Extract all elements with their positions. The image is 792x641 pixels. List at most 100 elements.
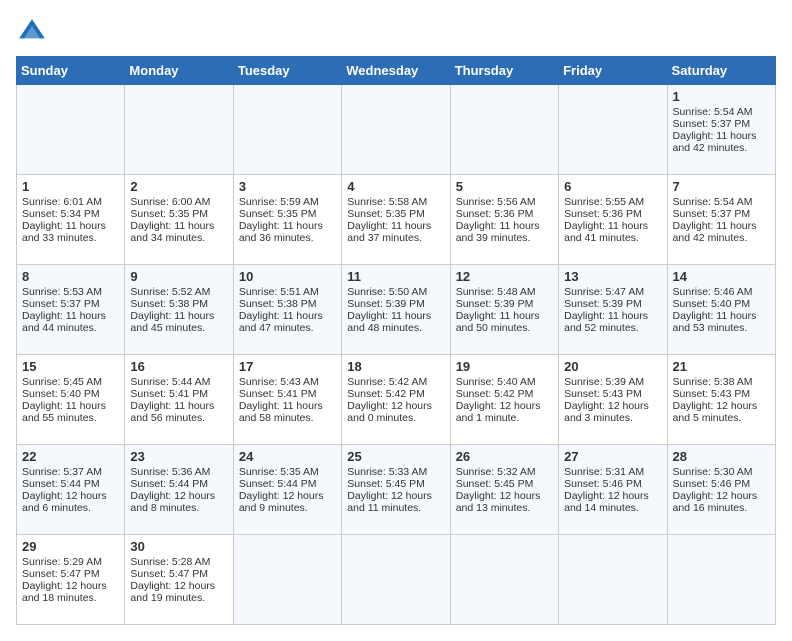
daylight-text: Daylight: 12 hours and 19 minutes. <box>130 580 227 604</box>
day-number: 22 <box>22 449 119 464</box>
day-number: 16 <box>130 359 227 374</box>
daylight-text: Daylight: 11 hours and 56 minutes. <box>130 400 227 424</box>
calendar-cell <box>342 535 450 625</box>
calendar-cell <box>342 85 450 175</box>
day-header-thursday: Thursday <box>450 57 558 85</box>
sunrise-text: Sunrise: 5:47 AM <box>564 286 661 298</box>
daylight-text: Daylight: 11 hours and 58 minutes. <box>239 400 336 424</box>
daylight-text: Daylight: 11 hours and 44 minutes. <box>22 310 119 334</box>
sunrise-text: Sunrise: 5:30 AM <box>673 466 770 478</box>
daylight-text: Daylight: 12 hours and 5 minutes. <box>673 400 770 424</box>
day-header-sunday: Sunday <box>17 57 125 85</box>
sunrise-text: Sunrise: 5:54 AM <box>673 196 770 208</box>
sunset-text: Sunset: 5:44 PM <box>22 478 119 490</box>
sunset-text: Sunset: 5:39 PM <box>564 298 661 310</box>
week-row-1: 1Sunrise: 5:54 AMSunset: 5:37 PMDaylight… <box>17 85 776 175</box>
sunrise-text: Sunrise: 5:51 AM <box>239 286 336 298</box>
sunrise-text: Sunrise: 5:55 AM <box>564 196 661 208</box>
sunset-text: Sunset: 5:38 PM <box>130 298 227 310</box>
daylight-text: Daylight: 11 hours and 53 minutes. <box>673 310 770 334</box>
sunset-text: Sunset: 5:41 PM <box>130 388 227 400</box>
sunrise-text: Sunrise: 5:28 AM <box>130 556 227 568</box>
sunrise-text: Sunrise: 6:01 AM <box>22 196 119 208</box>
sunset-text: Sunset: 5:40 PM <box>673 298 770 310</box>
sunrise-text: Sunrise: 5:50 AM <box>347 286 444 298</box>
sunset-text: Sunset: 5:37 PM <box>673 118 770 130</box>
day-number: 27 <box>564 449 661 464</box>
calendar-cell: 6Sunrise: 5:55 AMSunset: 5:36 PMDaylight… <box>559 175 667 265</box>
day-number: 8 <box>22 269 119 284</box>
logo-icon <box>16 16 48 48</box>
sunset-text: Sunset: 5:43 PM <box>673 388 770 400</box>
sunrise-text: Sunrise: 5:46 AM <box>673 286 770 298</box>
week-row-6: 29Sunrise: 5:29 AMSunset: 5:47 PMDayligh… <box>17 535 776 625</box>
calendar-cell <box>233 85 341 175</box>
sunset-text: Sunset: 5:41 PM <box>239 388 336 400</box>
sunrise-text: Sunrise: 5:32 AM <box>456 466 553 478</box>
day-number: 17 <box>239 359 336 374</box>
day-number: 14 <box>673 269 770 284</box>
sunrise-text: Sunrise: 5:33 AM <box>347 466 444 478</box>
daylight-text: Daylight: 12 hours and 16 minutes. <box>673 490 770 514</box>
sunrise-text: Sunrise: 5:38 AM <box>673 376 770 388</box>
calendar-cell: 13Sunrise: 5:47 AMSunset: 5:39 PMDayligh… <box>559 265 667 355</box>
sunset-text: Sunset: 5:45 PM <box>456 478 553 490</box>
sunset-text: Sunset: 5:35 PM <box>347 208 444 220</box>
day-number: 12 <box>456 269 553 284</box>
daylight-text: Daylight: 11 hours and 41 minutes. <box>564 220 661 244</box>
calendar-cell: 16 Sunrise: 5:44 AMSunset: 5:41 PMDayligh… <box>125 355 233 445</box>
day-number: 1 <box>673 89 770 104</box>
sunset-text: Sunset: 5:40 PM <box>22 388 119 400</box>
calendar-cell <box>559 535 667 625</box>
day-number: 23 <box>130 449 227 464</box>
calendar-cell: 11Sunrise: 5:50 AMSunset: 5:39 PMDayligh… <box>342 265 450 355</box>
calendar-cell <box>450 85 558 175</box>
sunset-text: Sunset: 5:47 PM <box>22 568 119 580</box>
day-number: 25 <box>347 449 444 464</box>
daylight-text: Daylight: 12 hours and 13 minutes. <box>456 490 553 514</box>
calendar-cell <box>450 535 558 625</box>
sunrise-text: Sunrise: 5:48 AM <box>456 286 553 298</box>
sunrise-text: Sunrise: 5:44 AM <box>130 376 227 388</box>
sunrise-text: Sunrise: 5:31 AM <box>564 466 661 478</box>
sunset-text: Sunset: 5:36 PM <box>564 208 661 220</box>
sunset-text: Sunset: 5:44 PM <box>130 478 227 490</box>
sunset-text: Sunset: 5:34 PM <box>22 208 119 220</box>
calendar-cell: 4Sunrise: 5:58 AMSunset: 5:35 PMDaylight… <box>342 175 450 265</box>
calendar-cell: 19Sunrise: 5:40 AMSunset: 5:42 PMDayligh… <box>450 355 558 445</box>
calendar-cell: 15Sunrise: 5:45 AMSunset: 5:40 PMDayligh… <box>17 355 125 445</box>
day-number: 10 <box>239 269 336 284</box>
sunset-text: Sunset: 5:35 PM <box>130 208 227 220</box>
sunrise-text: Sunrise: 5:52 AM <box>130 286 227 298</box>
daylight-text: Daylight: 11 hours and 55 minutes. <box>22 400 119 424</box>
daylight-text: Daylight: 11 hours and 48 minutes. <box>347 310 444 334</box>
daylight-text: Daylight: 11 hours and 36 minutes. <box>239 220 336 244</box>
sunset-text: Sunset: 5:42 PM <box>347 388 444 400</box>
sunset-text: Sunset: 5:38 PM <box>239 298 336 310</box>
sunrise-text: Sunrise: 5:59 AM <box>239 196 336 208</box>
sunset-text: Sunset: 5:47 PM <box>130 568 227 580</box>
calendar-cell: 2Sunrise: 6:00 AMSunset: 5:35 PMDaylight… <box>125 175 233 265</box>
daylight-text: Daylight: 12 hours and 1 minute. <box>456 400 553 424</box>
day-number: 21 <box>673 359 770 374</box>
calendar-cell: 1Sunrise: 6:01 AMSunset: 5:34 PMDaylight… <box>17 175 125 265</box>
sunrise-text: Sunrise: 5:40 AM <box>456 376 553 388</box>
daylight-text: Daylight: 12 hours and 3 minutes. <box>564 400 661 424</box>
day-number: 5 <box>456 179 553 194</box>
calendar-cell: 5Sunrise: 5:56 AMSunset: 5:36 PMDaylight… <box>450 175 558 265</box>
sunrise-text: Sunrise: 5:56 AM <box>456 196 553 208</box>
calendar-cell: 27Sunrise: 5:31 AMSunset: 5:46 PMDayligh… <box>559 445 667 535</box>
sunset-text: Sunset: 5:46 PM <box>564 478 661 490</box>
calendar-cell: 30Sunrise: 5:28 AMSunset: 5:47 PMDayligh… <box>125 535 233 625</box>
logo <box>16 16 52 48</box>
day-header-tuesday: Tuesday <box>233 57 341 85</box>
calendar-cell: 18Sunrise: 5:42 AMSunset: 5:42 PMDayligh… <box>342 355 450 445</box>
sunrise-text: Sunrise: 5:58 AM <box>347 196 444 208</box>
calendar-cell: 14 Sunrise: 5:46 AMSunset: 5:40 PMDayligh… <box>667 265 775 355</box>
calendar-cell <box>125 85 233 175</box>
day-number: 9 <box>130 269 227 284</box>
sunrise-text: Sunrise: 5:45 AM <box>22 376 119 388</box>
day-number: 11 <box>347 269 444 284</box>
sunrise-text: Sunrise: 6:00 AM <box>130 196 227 208</box>
header-row: SundayMondayTuesdayWednesdayThursdayFrid… <box>17 57 776 85</box>
